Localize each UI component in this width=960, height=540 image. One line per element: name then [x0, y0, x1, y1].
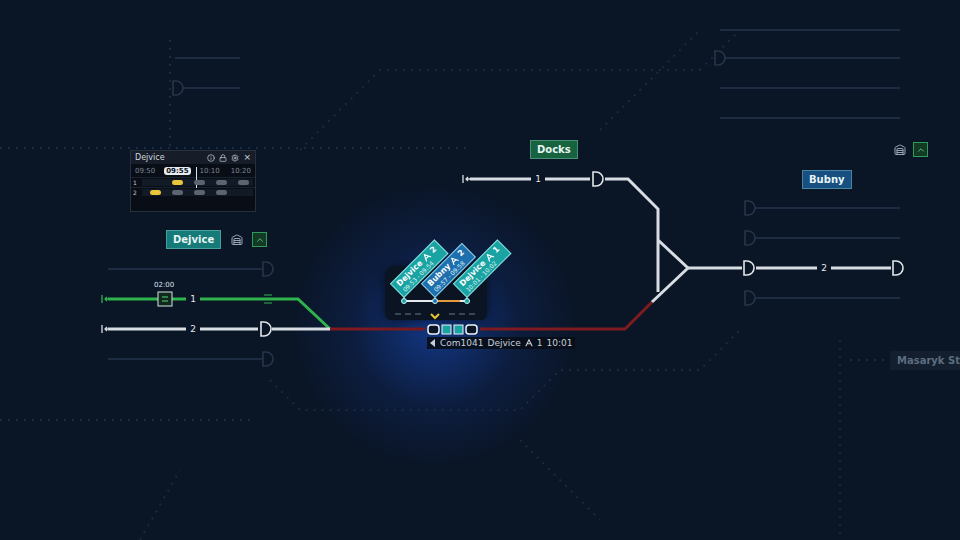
signal-icon[interactable] — [263, 352, 273, 366]
switch-timer: 02:00 — [154, 281, 174, 289]
timetable-lane — [142, 179, 253, 186]
timetable-row: 2 — [131, 187, 255, 197]
timetable-row: 1 — [131, 177, 255, 187]
chevron-up-icon — [916, 145, 926, 155]
info-icon[interactable] — [207, 154, 215, 162]
signal-icon[interactable] — [745, 201, 755, 215]
game-map[interactable]: Dejvice Docks Bubny Masaryk St 1 2 1 2 02:00 Dejv… — [0, 0, 960, 540]
timetable-entry[interactable] — [216, 180, 227, 185]
entry-icon[interactable] — [463, 175, 472, 183]
track-label: 2 — [133, 189, 139, 196]
track-route[interactable] — [108, 299, 330, 329]
timetable-entry[interactable] — [194, 190, 205, 195]
station-name[interactable]: Docks — [530, 140, 578, 159]
time-label: 09:55 — [164, 167, 190, 175]
signal-icon[interactable] — [893, 261, 903, 275]
track-number: 1 — [531, 172, 545, 186]
tag-platform: 1 — [491, 245, 501, 255]
timetable-header[interactable]: Dejvice × — [131, 151, 255, 164]
gear-icon[interactable] — [231, 154, 239, 162]
train-icon[interactable] — [428, 325, 477, 334]
station-name[interactable]: Masaryk St — [890, 351, 960, 370]
signal-icon[interactable] — [744, 261, 754, 275]
signal-icon[interactable] — [745, 291, 755, 305]
track-route[interactable] — [470, 179, 688, 302]
signal-icon[interactable] — [263, 262, 273, 276]
track-number: 2 — [186, 322, 200, 336]
train-label[interactable]: Com1041 Dejvice 110:01 — [427, 337, 575, 349]
expand-button[interactable] — [913, 142, 928, 157]
entry-icon[interactable] — [102, 295, 111, 303]
timetable-entry[interactable] — [172, 180, 183, 185]
platform-icon — [525, 339, 533, 347]
track-route[interactable] — [108, 328, 330, 331]
tag-platform: 2 — [456, 248, 466, 258]
timetable-title: Dejvice — [135, 153, 165, 162]
timetable-window[interactable]: Dejvice × 09:50 09:55 10:10 10:20 1 2 — [130, 150, 256, 212]
station[interactable]: Bubny — [802, 170, 852, 189]
switch-mark-icon — [264, 295, 272, 303]
station-button[interactable] — [229, 232, 244, 247]
train-time: 10:01 — [546, 338, 572, 348]
chevron-icon — [431, 314, 439, 318]
train-destination: Dejvice — [487, 338, 520, 348]
track-number: 2 — [817, 261, 831, 275]
station-icon — [231, 234, 243, 246]
entry-icon[interactable] — [102, 325, 111, 333]
time-label: 09:50 — [133, 167, 157, 175]
time-axis: 09:50 09:55 10:10 10:20 — [131, 164, 255, 177]
signal-icon[interactable] — [261, 322, 271, 336]
station-name[interactable]: Dejvice — [166, 230, 221, 249]
tag-platform: 2 — [428, 245, 438, 255]
timetable-entry[interactable] — [150, 190, 161, 195]
track-route[interactable] — [688, 267, 891, 270]
station[interactable]: Masaryk St — [890, 351, 960, 370]
track-number: 1 — [186, 292, 200, 306]
timetable-lane — [142, 189, 253, 196]
timetable-entry[interactable] — [238, 180, 249, 185]
lock-icon[interactable] — [219, 154, 227, 162]
timetable-entry[interactable] — [194, 180, 205, 185]
offscreen-station-controls — [892, 142, 928, 157]
switch-box-icon[interactable] — [158, 292, 172, 306]
station[interactable]: Dejvice — [166, 230, 267, 249]
idle-tracks — [108, 30, 900, 359]
direction-arrow-icon — [430, 339, 436, 347]
station-name[interactable]: Bubny — [802, 170, 852, 189]
track-route[interactable] — [330, 302, 652, 329]
signal-icon[interactable] — [593, 172, 603, 186]
station-icon — [894, 144, 906, 156]
station-button[interactable] — [892, 142, 907, 157]
expand-button[interactable] — [252, 232, 267, 247]
train-name: Com1041 — [440, 338, 483, 348]
close-button[interactable]: × — [243, 153, 251, 162]
train-platform: 1 — [537, 338, 543, 348]
time-label: 10:20 — [229, 167, 253, 175]
signal-icon[interactable] — [745, 231, 755, 245]
timetable-entry[interactable] — [216, 190, 227, 195]
station[interactable]: Docks — [530, 140, 578, 159]
grid-lines — [0, 30, 960, 540]
track-label: 1 — [133, 179, 139, 186]
chevron-up-icon — [255, 235, 265, 245]
timetable-entry[interactable] — [172, 190, 183, 195]
time-label: 10:10 — [198, 167, 222, 175]
signal-icon[interactable] — [173, 81, 183, 95]
signal-icon[interactable] — [715, 51, 725, 65]
